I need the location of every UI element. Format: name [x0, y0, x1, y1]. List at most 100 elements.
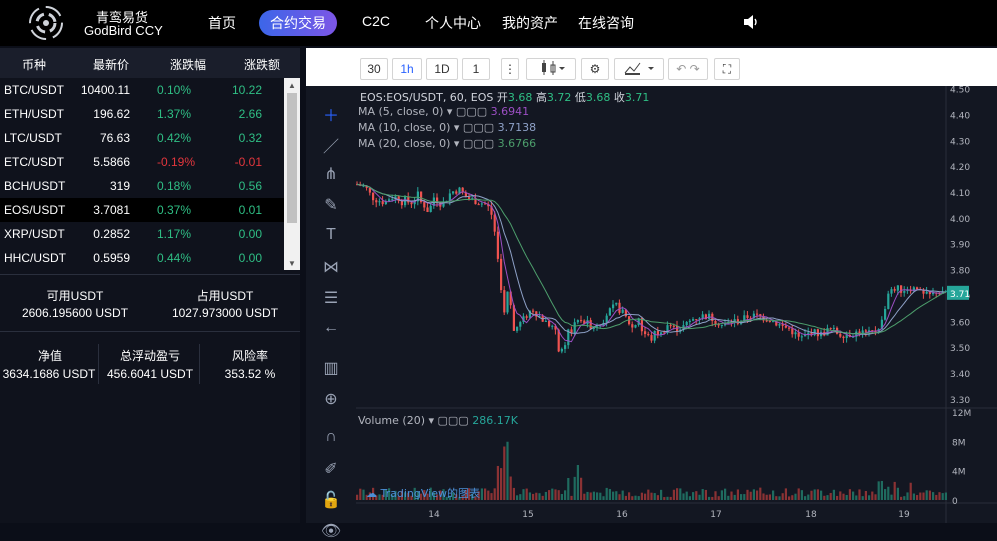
row-price: 0.2852 [93, 227, 130, 241]
candle-body [477, 204, 480, 206]
ma20-legend[interactable]: MA (20, close, 0) ▾ ▢▢▢ 3.6766 [358, 137, 536, 150]
magnet-icon[interactable]: ∩ [318, 428, 344, 448]
market-row-etc[interactable]: ETC/USDT 5.5866 -0.19% -0.01 [0, 150, 284, 174]
lock-icon[interactable]: 🔓 [318, 490, 344, 510]
volume-bar [685, 491, 688, 500]
chart-svg[interactable]: 4.504.404.304.204.104.003.903.803.703.60… [356, 86, 997, 523]
nav-c2c[interactable]: C2C [362, 13, 390, 29]
row-change-amt: 0.00 [238, 251, 262, 265]
candle-body [672, 325, 675, 327]
indicators-button[interactable] [614, 58, 664, 80]
chart-panel: 30 1h 1D 1 ⋮ ⚙ ↶ ↷ ⛶ ＋ ／ ⋔ ✎ T ⋈ ☰ ← ▥ ⊕… [306, 48, 997, 540]
scroll-up-arrow-icon[interactable]: ▲ [288, 81, 296, 90]
candle-body [426, 207, 429, 213]
volume-bar [484, 488, 487, 500]
market-row-eth[interactable]: ETH/USDT 196.62 1.37% 2.66 [0, 102, 284, 126]
volume-bar [868, 495, 871, 500]
nav-home[interactable]: 首页 [208, 13, 236, 33]
brush-icon[interactable]: ✎ [318, 195, 344, 215]
market-row-eos[interactable]: EOS/USDT 3.7081 0.37% 0.01 [0, 198, 284, 222]
trend-line-icon[interactable]: ／ [318, 133, 344, 156]
market-row-hhc[interactable]: HHC/USDT 0.5959 0.44% 0.00 [0, 246, 284, 270]
volume-bar [928, 490, 931, 500]
price-chart[interactable]: 4.504.404.304.204.104.003.903.803.703.60… [356, 86, 997, 523]
row-change-amt: 0.56 [238, 179, 262, 193]
undo-redo-buttons[interactable]: ↶ ↷ [668, 58, 708, 80]
volume-bar [656, 495, 659, 500]
tradingview-watermark[interactable]: ☁ TradingView的图表 [366, 485, 480, 501]
nav-my-assets[interactable]: 我的资产 [502, 13, 558, 33]
volume-bar [743, 494, 746, 500]
row-change-amt: -0.01 [234, 155, 262, 169]
candle-body [695, 319, 698, 321]
scroll-down-arrow-icon[interactable]: ▼ [288, 259, 296, 268]
ma10-value: 3.7138 [497, 121, 537, 134]
volume-bar [884, 489, 887, 500]
floating-pnl-label: 总浮动盈亏 [119, 349, 180, 363]
volume-bar [647, 489, 650, 500]
volume-legend[interactable]: Volume (20) ▾ ▢▢▢ 286.17K [358, 414, 518, 427]
prediction-tool-icon[interactable]: ☰ [318, 288, 344, 308]
nav-online-consult[interactable]: 在线咨询 [578, 13, 634, 33]
ma5-legend[interactable]: MA (5, close, 0) ▾ ▢▢▢ 3.6941 [358, 105, 529, 118]
market-row-xrp[interactable]: XRP/USDT 0.2852 1.17% 0.00 [0, 222, 284, 246]
candle-body [797, 332, 800, 337]
volume-bar [711, 496, 714, 500]
text-tool-icon[interactable]: T [318, 226, 344, 246]
candle-body [765, 320, 768, 322]
volume-bar [855, 495, 858, 500]
volume-bar [887, 486, 890, 500]
chart-legend-title: EOS:EOS/USDT, 60, EOS 开3.68 高3.72 低3.68 … [360, 89, 649, 105]
pattern-tool-icon[interactable]: ⋈ [318, 257, 344, 277]
eye-icon[interactable]: 👁 [318, 521, 344, 541]
volume-bar [800, 490, 803, 500]
candle-style-button[interactable] [526, 58, 576, 80]
back-arrow-icon[interactable]: ← [318, 319, 344, 339]
nav-personal-center[interactable]: 个人中心 [425, 13, 481, 33]
zoom-in-icon[interactable]: ⊕ [318, 389, 344, 409]
net-value: 3634.1686 USDT [2, 367, 96, 381]
interval-1d[interactable]: 1D [426, 58, 458, 80]
crosshair-icon[interactable]: ＋ [318, 102, 344, 125]
candle-body [784, 325, 787, 328]
volume-bar [512, 487, 515, 500]
lock-drawing-icon[interactable]: ✐ [318, 459, 344, 479]
market-row-bch[interactable]: BCH/USDT 319 0.18% 0.56 [0, 174, 284, 198]
interval-1[interactable]: 1 [462, 58, 490, 80]
market-row-btc[interactable]: BTC/USDT 10400.11 0.10% 10.22 [0, 78, 284, 102]
settings-gear-icon[interactable]: ⚙ [581, 58, 609, 80]
volume-bar [784, 488, 787, 500]
fib-tool-icon[interactable]: ⋔ [318, 164, 344, 184]
fullscreen-icon[interactable]: ⛶ [714, 58, 740, 80]
measure-icon[interactable]: ▥ [318, 358, 344, 378]
volume-bar [602, 496, 605, 500]
market-list-scrollbar[interactable]: ▲ ▼ [284, 78, 300, 270]
interval-1h[interactable]: 1h [392, 58, 422, 80]
ohlc-high-value: 3.72 [546, 91, 572, 104]
volume-tick-label: 0 [952, 497, 958, 507]
candle-body [688, 320, 691, 322]
volume-bar [695, 491, 698, 500]
volume-bar [922, 492, 925, 500]
row-symbol: ETH/USDT [4, 107, 64, 121]
volume-bar [736, 489, 739, 500]
nav-contract-trading[interactable]: 合约交易 [270, 13, 326, 33]
godbird-logo-icon[interactable] [28, 5, 64, 41]
interval-more-icon[interactable]: ⋮ [501, 58, 519, 80]
speaker-icon[interactable] [743, 14, 761, 30]
volume-bar [612, 491, 615, 500]
volume-bar [730, 491, 733, 500]
volume-bar [829, 492, 832, 500]
market-row-ltc[interactable]: LTC/USDT 76.63 0.42% 0.32 [0, 126, 284, 150]
volume-bar [605, 487, 608, 500]
scrollbar-thumb[interactable] [287, 93, 297, 223]
last-price-label: 3.71 [950, 290, 970, 300]
divider [98, 344, 99, 384]
candle-body [839, 333, 842, 337]
volume-bar [356, 494, 359, 500]
ma10-legend[interactable]: MA (10, close, 0) ▾ ▢▢▢ 3.7138 [358, 121, 536, 134]
candle-body [714, 320, 717, 325]
interval-30[interactable]: 30 [360, 58, 388, 80]
price-tick-label: 4.40 [950, 111, 970, 121]
candle-body [845, 334, 848, 339]
